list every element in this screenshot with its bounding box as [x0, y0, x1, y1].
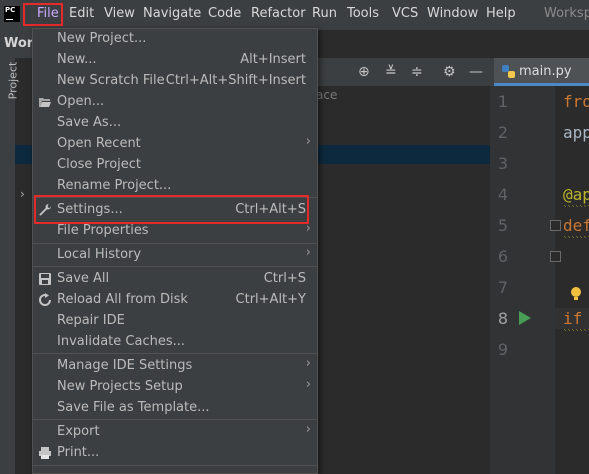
code-line-2[interactable]: app: [563, 123, 589, 142]
reload-icon: [39, 293, 51, 306]
line-number: 3: [497, 154, 508, 173]
menu-item-close-project[interactable]: Close Project: [33, 155, 317, 176]
menu-help[interactable]: Help: [486, 6, 516, 21]
menu-item-new-scratch-file[interactable]: New Scratch File Ctrl+Alt+Shift+Insert: [33, 71, 317, 92]
menu-item-invalidate-caches[interactable]: Invalidate Caches...: [33, 332, 317, 353]
tree-expand-icon[interactable]: ›: [20, 187, 25, 201]
folder-open-icon: [39, 98, 51, 107]
editor-tab-label: main.py: [519, 64, 572, 79]
menu-item-file-properties[interactable]: File Properties ›: [33, 221, 317, 242]
file-menu-highlight-box: [23, 3, 63, 26]
menu-navigate[interactable]: Navigate: [143, 6, 201, 21]
code-line-4[interactable]: @ap: [563, 185, 589, 204]
submenu-arrow-icon: ›: [305, 245, 311, 260]
menu-vcs[interactable]: VCS: [392, 6, 418, 21]
fold-marker-icon[interactable]: [550, 220, 561, 231]
intention-bulb-base: [574, 297, 578, 300]
menu-item-new-projects-setup[interactable]: New Projects Setup ›: [33, 377, 317, 398]
menu-item-export[interactable]: Export ›: [33, 422, 317, 443]
project-panel-title: Wor: [4, 36, 34, 51]
warning-underline: [563, 205, 589, 207]
collapse-all-icon[interactable]: ≑: [411, 64, 423, 80]
menu-separator: [33, 266, 317, 267]
menu-item-save-file-as-template[interactable]: Save File as Template...: [33, 398, 317, 419]
menu-run[interactable]: Run: [312, 6, 337, 21]
warning-underline: [563, 236, 589, 238]
menu-item-open[interactable]: Open...: [33, 92, 317, 113]
locate-target-icon[interactable]: ⊕: [358, 64, 370, 80]
line-number: 5: [497, 216, 508, 235]
intention-bulb-icon[interactable]: [571, 287, 581, 297]
menu-item-reload-all[interactable]: Reload All from Disk Ctrl+Alt+Y: [33, 290, 317, 311]
menu-separator: [33, 465, 317, 466]
hide-panel-icon[interactable]: —: [469, 64, 483, 80]
menu-item-manage-ide-settings[interactable]: Manage IDE Settings ›: [33, 356, 317, 377]
app-logo: PC: [4, 6, 20, 22]
submenu-arrow-icon: ›: [305, 356, 311, 371]
line-number: 1: [497, 92, 508, 111]
line-number: 7: [497, 278, 508, 297]
project-tool-button[interactable]: Project: [6, 62, 19, 100]
print-icon: [39, 447, 51, 459]
line-number: 4: [497, 185, 508, 204]
menu-edit[interactable]: Edit: [69, 6, 94, 21]
menu-code[interactable]: Code: [208, 6, 241, 21]
menu-item-print[interactable]: Print...: [33, 443, 317, 464]
expand-all-icon[interactable]: ≚: [385, 64, 397, 80]
menu-separator: [33, 419, 317, 420]
line-number-current: 8: [497, 309, 508, 328]
menu-separator: [33, 353, 317, 354]
menu-item-new[interactable]: New... Alt+Insert: [33, 50, 317, 71]
window-title: Worksp: [544, 6, 589, 21]
run-arrow-icon[interactable]: [519, 311, 531, 325]
submenu-arrow-icon: ›: [305, 422, 311, 437]
warning-underline: [563, 329, 589, 331]
settings-highlight-box: [34, 195, 309, 224]
workspace-path-hint: ace: [316, 88, 338, 102]
code-line-8[interactable]: if: [563, 309, 582, 328]
menu-item-open-recent[interactable]: Open Recent ›: [33, 134, 317, 155]
menu-refactor[interactable]: Refactor: [251, 6, 306, 21]
submenu-arrow-icon: ›: [305, 134, 311, 149]
fold-marker-icon[interactable]: [550, 251, 561, 262]
menu-separator: [33, 243, 317, 244]
code-line-1[interactable]: fro: [563, 92, 589, 111]
menu-item-local-history[interactable]: Local History ›: [33, 245, 317, 266]
line-number: 2: [497, 123, 508, 142]
code-line-5[interactable]: def: [563, 216, 589, 235]
line-number: 9: [497, 340, 508, 359]
save-all-icon: [39, 273, 51, 285]
menu-window[interactable]: Window: [427, 6, 478, 21]
submenu-arrow-icon: ›: [305, 377, 311, 392]
line-number: 6: [497, 247, 508, 266]
python-file-icon: [502, 65, 515, 78]
menu-view[interactable]: View: [104, 6, 135, 21]
menu-item-save-all[interactable]: Save All Ctrl+S: [33, 269, 317, 290]
project-toolbar: ⊕ ≚ ≑ ⚙ —: [318, 58, 490, 86]
menu-item-rename-project[interactable]: Rename Project...: [33, 176, 317, 197]
menu-item-new-project[interactable]: New Project...: [33, 29, 317, 50]
menu-item-save-as[interactable]: Save As...: [33, 113, 317, 134]
menu-item-repair-ide[interactable]: Repair IDE: [33, 311, 317, 332]
menu-tools[interactable]: Tools: [347, 6, 379, 21]
gear-icon[interactable]: ⚙: [443, 64, 456, 80]
